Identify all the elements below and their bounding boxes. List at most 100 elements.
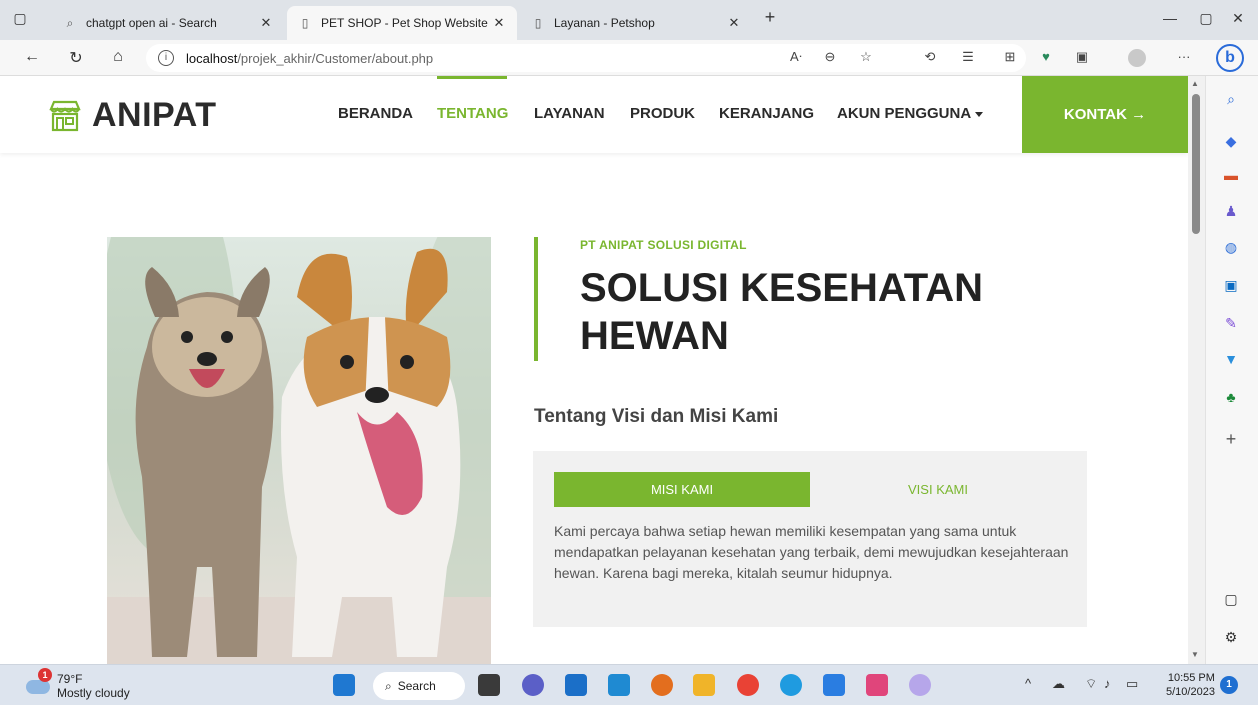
- back-icon[interactable]: ←: [22, 48, 42, 66]
- teams-icon[interactable]: [522, 674, 544, 696]
- drop-icon[interactable]: ▼: [1220, 348, 1242, 370]
- page-headline: SOLUSI KESEHATAN HEWAN: [580, 266, 983, 358]
- file-explorer-icon[interactable]: [693, 674, 715, 696]
- page-icon: ▯: [301, 16, 309, 30]
- health-icon[interactable]: ♥: [1036, 49, 1056, 64]
- vision-mission-panel: MISI KAMI VISI KAMI Kami percaya bahwa s…: [533, 451, 1087, 627]
- start-icon[interactable]: [333, 674, 355, 696]
- tab-visi-kami[interactable]: VISI KAMI: [810, 472, 1066, 507]
- refresh-icon[interactable]: ↻: [66, 48, 86, 68]
- page-scrollbar[interactable]: ▲ ▼: [1188, 76, 1205, 664]
- time: 10:55 PM: [1167, 672, 1215, 684]
- tab-layanan[interactable]: ▯ Layanan - Petshop ✕: [520, 6, 752, 40]
- store-icon: [49, 100, 81, 131]
- tools-icon[interactable]: ▬: [1220, 164, 1242, 186]
- task-view-icon[interactable]: [478, 674, 500, 696]
- tree-icon[interactable]: ♣: [1220, 386, 1242, 408]
- outlook-icon[interactable]: ▣: [1220, 274, 1242, 296]
- tab-actions-icon[interactable]: ▢: [10, 10, 30, 27]
- weather-condition: Mostly cloudy: [57, 686, 130, 700]
- tab-search[interactable]: ⌕ chatgpt open ai - Search ✕: [52, 6, 284, 40]
- collections-icon[interactable]: ⊞: [1000, 49, 1020, 65]
- nav-keranjang[interactable]: KERANJANG: [719, 105, 814, 122]
- info-icon[interactable]: i: [158, 50, 174, 66]
- games-icon[interactable]: ♟: [1220, 200, 1242, 222]
- brand-name: ANIPAT: [92, 96, 217, 134]
- notification-badge[interactable]: 1: [1220, 676, 1238, 694]
- close-icon[interactable]: ✕: [491, 15, 507, 31]
- mission-text: Kami percaya bahwa setiap hewan memiliki…: [554, 523, 1069, 581]
- vscode-icon[interactable]: [823, 674, 845, 696]
- tab-label: PET SHOP - Pet Shop Website Te: [321, 16, 491, 30]
- tab-misi-kami[interactable]: MISI KAMI: [554, 472, 810, 507]
- clock[interactable]: 10:55 PM 5/10/2023: [1166, 671, 1215, 699]
- chrome-icon[interactable]: [737, 674, 759, 696]
- brand-logo[interactable]: ANIPAT: [48, 96, 217, 135]
- tab-label: chatgpt open ai - Search: [86, 16, 217, 30]
- cloud-icon: [26, 680, 50, 694]
- close-icon[interactable]: ✕: [726, 15, 742, 31]
- restore-icon[interactable]: ▢: [1196, 10, 1216, 27]
- scroll-thumb[interactable]: [1192, 94, 1200, 234]
- onedrive-icon[interactable]: ☁: [1052, 676, 1065, 692]
- heading-accent-bar: [534, 237, 538, 361]
- weather-widget[interactable]: 79°F Mostly cloudy: [57, 672, 130, 700]
- l-app-icon[interactable]: [608, 674, 630, 696]
- read-aloud-icon[interactable]: Aᐧ: [786, 49, 806, 65]
- page-viewport: ANIPAT BERANDA TENTANG LAYANAN PRODUK KE…: [0, 76, 1188, 664]
- browser-tabbar: ▢ ⌕ chatgpt open ai - Search ✕ ▯ PET SHO…: [0, 0, 1258, 40]
- search-icon[interactable]: ⌕: [1220, 88, 1242, 110]
- bing-chat-icon[interactable]: b: [1216, 44, 1244, 72]
- sidebar-toggle-icon[interactable]: ▢: [1220, 588, 1242, 610]
- extensions-icon[interactable]: ⟲: [920, 49, 940, 65]
- page-icon: ▯: [534, 16, 542, 30]
- battery-icon[interactable]: ▭: [1126, 676, 1138, 692]
- shopping-icon[interactable]: ◆: [1220, 130, 1242, 152]
- taskbar-search-label: Search: [397, 679, 436, 693]
- wifi-icon[interactable]: ⌔: [1085, 676, 1097, 692]
- favorites-icon[interactable]: ☰: [958, 49, 978, 65]
- office-app-icon[interactable]: [651, 674, 673, 696]
- tray-chevron-icon[interactable]: ^: [1025, 676, 1031, 691]
- minimize-icon[interactable]: —: [1160, 10, 1180, 26]
- scroll-up-icon[interactable]: ▲: [1191, 79, 1199, 88]
- nav-akun-label: AKUN PENGGUNA: [837, 105, 972, 122]
- edge-icon[interactable]: [780, 674, 802, 696]
- tab-label: Layanan - Petshop: [554, 16, 655, 30]
- zoom-icon[interactable]: ⊖: [820, 49, 840, 65]
- settings-icon[interactable]: ⚙: [1220, 626, 1242, 648]
- address-bar[interactable]: i localhost/projek_akhir/Customer/about.…: [146, 44, 1026, 72]
- volume-icon[interactable]: ♪: [1104, 676, 1111, 691]
- caret-down-icon: [975, 111, 984, 117]
- tab-petshop[interactable]: ▯ PET SHOP - Pet Shop Website Te ✕: [287, 6, 517, 40]
- url-path: /projek_akhir/Customer/about.php: [237, 50, 434, 66]
- screenshot-icon[interactable]: ▣: [1072, 49, 1092, 65]
- git-icon[interactable]: [909, 674, 931, 696]
- close-window-icon[interactable]: ✕: [1228, 10, 1248, 27]
- company-eyebrow: PT ANIPAT SOLUSI DIGITAL: [580, 238, 747, 252]
- designer-icon[interactable]: ✎: [1220, 312, 1242, 334]
- contact-button[interactable]: KONTAK →: [1022, 76, 1188, 153]
- nav-tentang[interactable]: TENTANG: [437, 105, 508, 122]
- site-navbar: ANIPAT BERANDA TENTANG LAYANAN PRODUK KE…: [0, 76, 1188, 153]
- add-icon[interactable]: +: [1220, 428, 1242, 450]
- mail-icon[interactable]: [565, 674, 587, 696]
- more-icon[interactable]: ···: [1174, 49, 1194, 64]
- office-icon[interactable]: ◍: [1220, 236, 1242, 258]
- close-icon[interactable]: ✕: [258, 15, 274, 31]
- nav-produk[interactable]: PRODUK: [630, 105, 695, 122]
- nav-beranda[interactable]: BERANDA: [338, 105, 413, 122]
- taskbar-search[interactable]: ⌕ Search: [373, 672, 465, 700]
- nav-akun-pengguna[interactable]: AKUN PENGGUNA: [837, 105, 984, 122]
- dogs-photo: [107, 237, 491, 664]
- temperature: 79°F: [57, 672, 83, 686]
- profile-avatar[interactable]: [1128, 49, 1146, 67]
- browser-toolbar: ← ↻ ⌂ i localhost/projek_akhir/Customer/…: [0, 40, 1258, 76]
- nav-layanan[interactable]: LAYANAN: [534, 105, 605, 122]
- new-tab-button[interactable]: +: [760, 7, 780, 28]
- favorite-icon[interactable]: ☆: [856, 49, 876, 65]
- app-icon[interactable]: [866, 674, 888, 696]
- scroll-down-icon[interactable]: ▼: [1191, 650, 1199, 659]
- edge-sidebar: ⌕ ◆ ▬ ♟ ◍ ▣ ✎ ▼ ♣ + ▢ ⚙: [1205, 76, 1258, 664]
- home-icon[interactable]: ⌂: [108, 48, 128, 66]
